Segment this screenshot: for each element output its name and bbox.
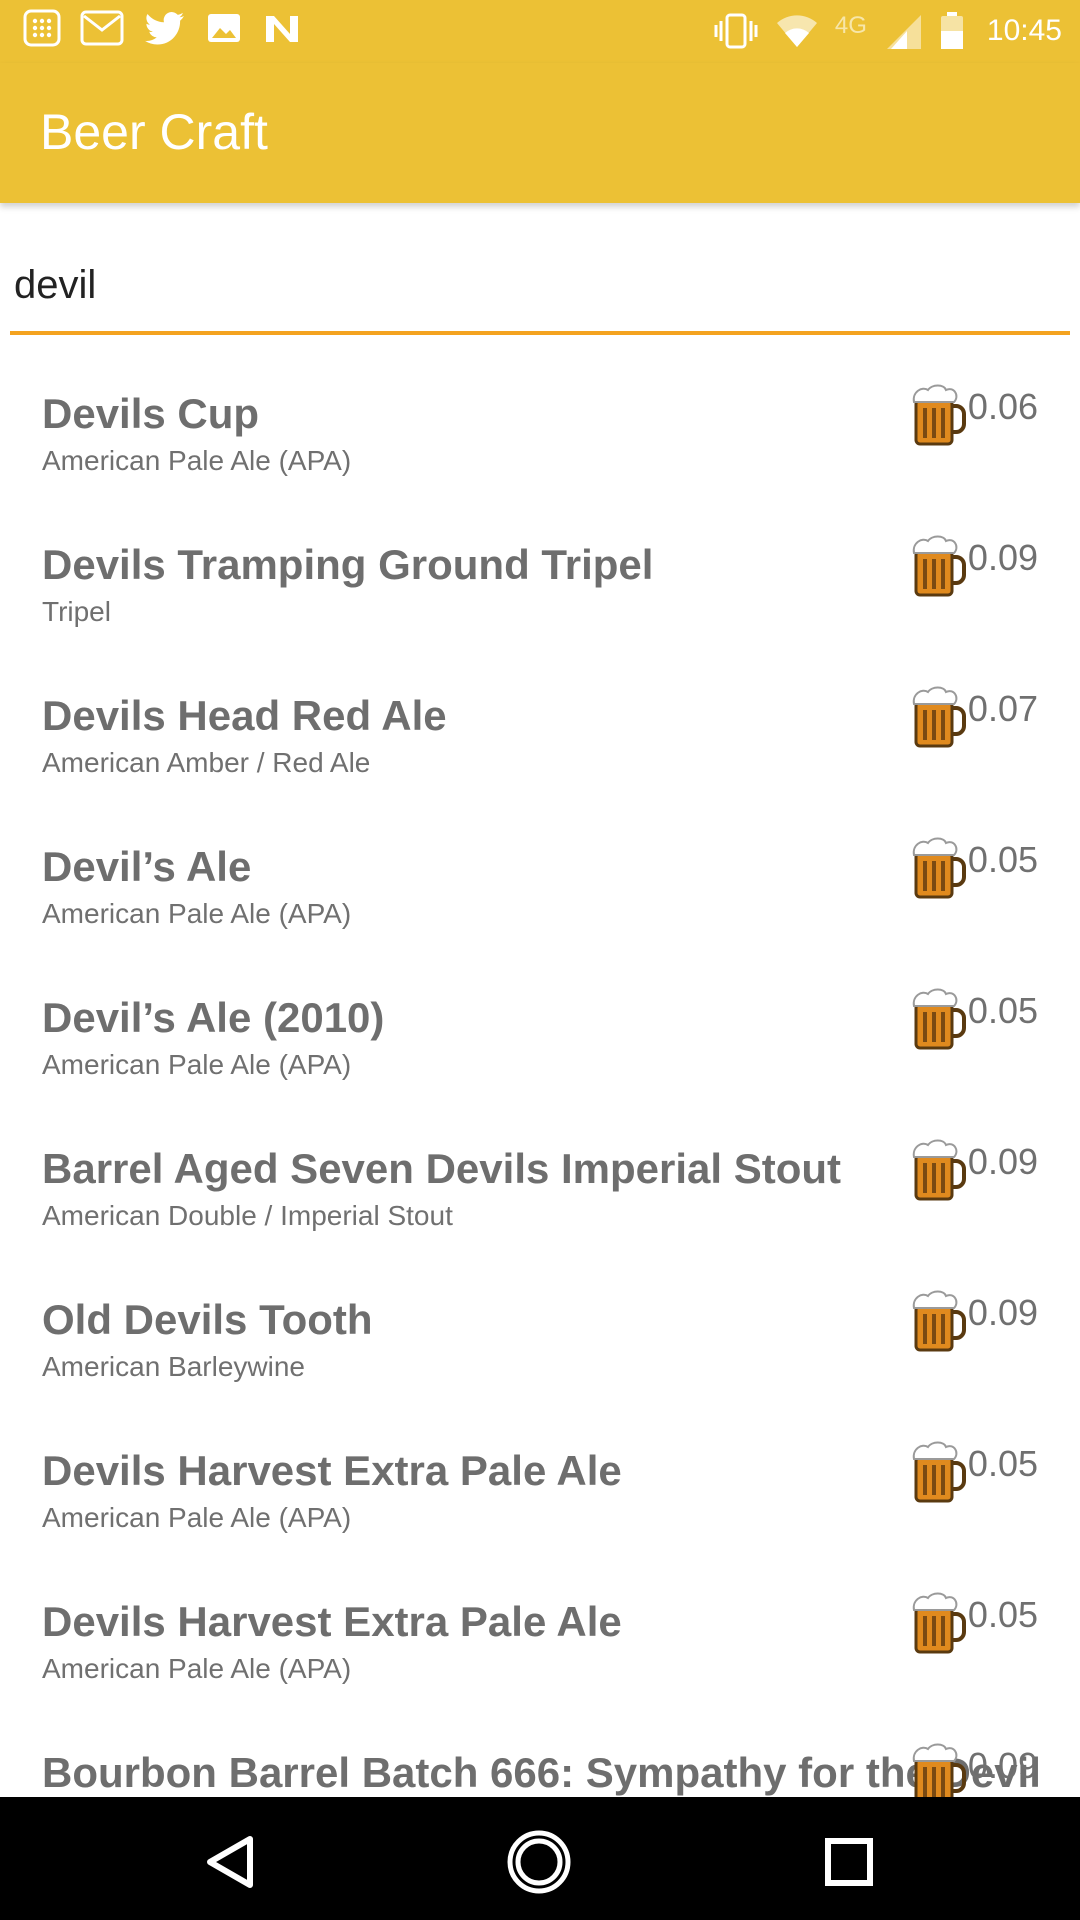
beer-abv: 0.05 xyxy=(967,1594,1038,1635)
beer-mug-icon xyxy=(910,382,966,448)
beer-abv: 0.05 xyxy=(967,839,1038,880)
gallery-icon xyxy=(208,14,240,42)
search-field[interactable] xyxy=(10,245,1070,337)
beer-list-item[interactable]: Barrel Aged Seven Devils Imperial Stout A… xyxy=(0,1115,1080,1266)
beer-list-item[interactable]: Devils Harvest Extra Pale Ale American Pa… xyxy=(0,1568,1080,1719)
beer-mug-icon xyxy=(910,1439,966,1505)
beer-name: Devils Tramping Ground Tripel xyxy=(42,541,654,588)
network-type-label: 4G xyxy=(834,12,867,39)
signal-icon xyxy=(886,15,921,49)
back-icon[interactable] xyxy=(196,1827,266,1897)
beer-style: Tripel xyxy=(42,596,111,627)
beer-abv: 0.09 xyxy=(967,1141,1038,1182)
calculator-icon xyxy=(23,9,61,47)
beer-mug-icon xyxy=(910,1288,966,1354)
home-icon[interactable] xyxy=(504,1827,574,1897)
beer-style: American Double / Imperial Stout xyxy=(42,1200,453,1231)
beer-list-item[interactable]: Devils Harvest Extra Pale Ale American Pa… xyxy=(0,1417,1080,1568)
app-title: Beer Craft xyxy=(40,104,268,160)
notification-n-icon xyxy=(266,16,298,42)
beer-list-item[interactable]: Devil’s Ale American Pale Ale (APA) 0.05 xyxy=(0,813,1080,964)
beer-mug-icon xyxy=(910,1137,966,1203)
results-list: Devils Cup American Pale Ale (APA) 0.06 Dev… xyxy=(0,360,1080,1870)
beer-mug-icon xyxy=(910,684,966,750)
beer-name: Devils Head Red Ale xyxy=(42,692,447,739)
search-input[interactable] xyxy=(10,245,1070,325)
beer-abv: 0.05 xyxy=(967,1443,1038,1484)
beer-list-item[interactable]: Devils Tramping Ground Tripel Tripel 0.09 xyxy=(0,511,1080,662)
search-underline xyxy=(10,331,1070,335)
beer-abv: 0.09 xyxy=(967,1292,1038,1333)
beer-name: Bourbon Barrel Batch 666: Sympathy for t… xyxy=(42,1749,1041,1796)
battery-icon xyxy=(940,12,963,49)
beer-abv: 0.09 xyxy=(967,537,1038,578)
beer-style: American Pale Ale (APA) xyxy=(42,445,352,476)
beer-name: Devil’s Ale xyxy=(42,843,252,890)
beer-abv: 0.06 xyxy=(967,386,1038,427)
beer-style: American Pale Ale (APA) xyxy=(42,898,352,929)
beer-list-item[interactable]: Old Devils Tooth American Barleywine 0.09 xyxy=(0,1266,1080,1417)
beer-style: American Pale Ale (APA) xyxy=(42,1653,352,1684)
beer-abv: 0.07 xyxy=(967,688,1038,729)
beer-abv: 0.05 xyxy=(967,990,1038,1031)
beer-name: Devils Harvest Extra Pale Ale xyxy=(42,1447,622,1494)
beer-name: Devils Cup xyxy=(42,390,260,437)
beer-name: Old Devils Tooth xyxy=(42,1296,373,1343)
status-bar: 4G 10:45 xyxy=(0,0,1080,63)
beer-name: Devils Harvest Extra Pale Ale xyxy=(42,1598,622,1645)
beer-list-item[interactable]: Devils Head Red Ale American Amber / Red … xyxy=(0,662,1080,813)
beer-mug-icon xyxy=(910,986,966,1052)
beer-style: American Amber / Red Ale xyxy=(42,747,371,778)
beer-abv: 0.09 xyxy=(967,1745,1038,1786)
twitter-icon xyxy=(145,12,184,45)
beer-mug-icon xyxy=(910,533,966,599)
recents-icon[interactable] xyxy=(814,1827,884,1897)
beer-name: Devil’s Ale (2010) xyxy=(42,994,385,1041)
beer-style: American Pale Ale (APA) xyxy=(42,1049,352,1080)
beer-name: Barrel Aged Seven Devils Imperial Stout xyxy=(42,1145,842,1192)
beer-mug-icon xyxy=(910,835,966,901)
beer-mug-icon xyxy=(910,1590,966,1656)
beer-style: American Pale Ale (APA) xyxy=(42,1502,352,1533)
wifi-icon xyxy=(776,15,817,47)
vibrate-icon xyxy=(714,13,758,49)
beer-style: American Barleywine xyxy=(42,1351,305,1382)
beer-list-item[interactable]: Devils Cup American Pale Ale (APA) 0.06 xyxy=(0,360,1080,511)
status-time: 10:45 xyxy=(986,14,1062,47)
gmail-icon xyxy=(80,10,124,46)
beer-list-item[interactable]: Devil’s Ale (2010) American Pale Ale (APA… xyxy=(0,964,1080,1115)
navigation-bar xyxy=(0,1797,1080,1920)
app-bar: Beer Craft xyxy=(0,63,1080,203)
